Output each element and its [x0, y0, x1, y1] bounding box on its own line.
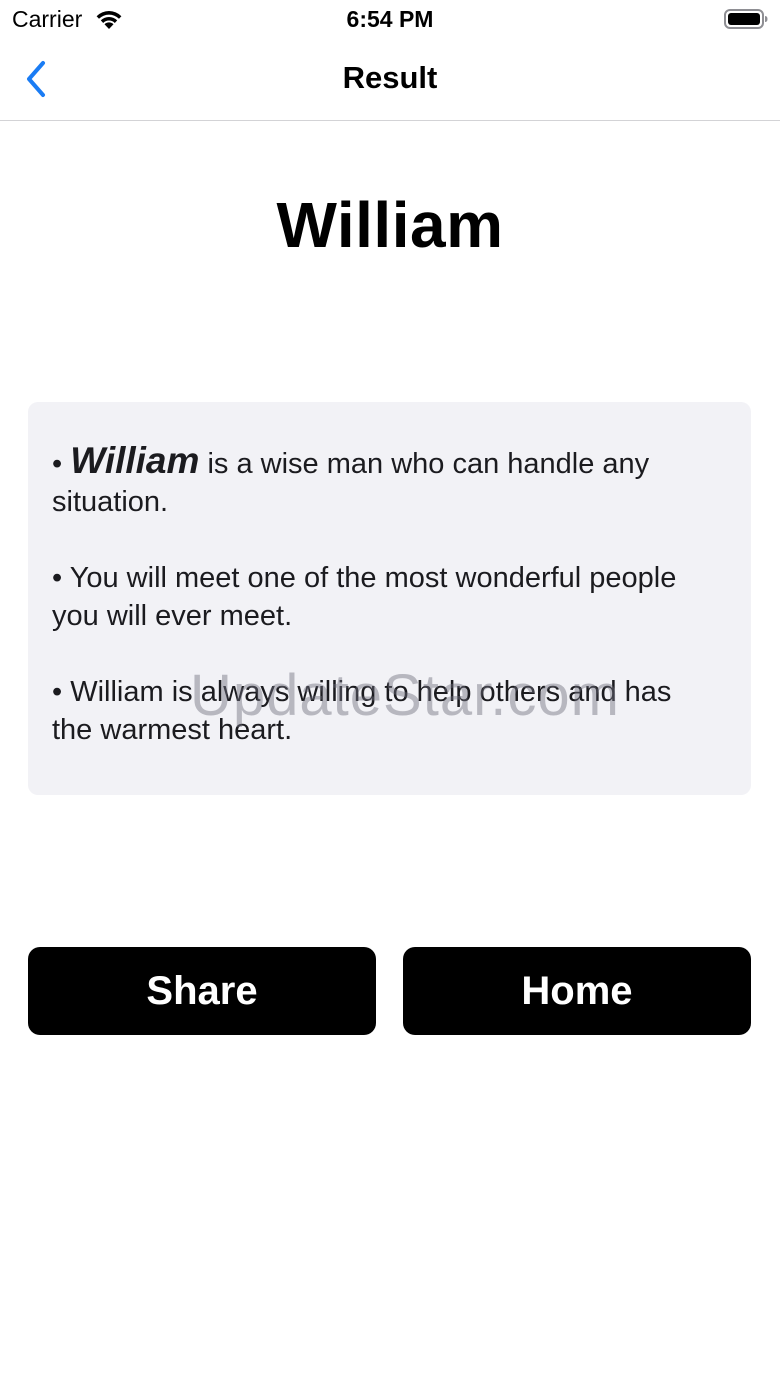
share-button-label: Share	[146, 968, 258, 1013]
bullet: •	[52, 562, 63, 594]
result-screen: Carrier 6:54 PM Result William • William…	[0, 0, 780, 1387]
emphasized-name: William	[70, 440, 200, 481]
home-button[interactable]: Home	[403, 947, 751, 1035]
status-bar: Carrier 6:54 PM	[0, 0, 780, 40]
result-name-heading: William	[276, 189, 504, 261]
bullet: •	[52, 676, 63, 708]
description-paragraph: • William is always willing to help othe…	[52, 673, 702, 749]
paragraph-text: William is always willing to help others…	[52, 676, 672, 746]
navigation-bar: Result	[0, 40, 780, 121]
nav-title: Result	[342, 60, 438, 95]
bullet: •	[52, 448, 63, 480]
description-paragraph: • You will meet one of the most wonderfu…	[52, 559, 702, 635]
paragraph-text: You will meet one of the most wonderful …	[52, 562, 677, 632]
description-paragraph: • William is a wise man who can handle a…	[52, 442, 702, 521]
status-time: 6:54 PM	[346, 6, 434, 32]
description-card: • William is a wise man who can handle a…	[28, 402, 751, 795]
home-button-label: Home	[521, 968, 633, 1013]
share-button[interactable]: Share	[28, 947, 376, 1035]
battery-icon	[724, 9, 768, 29]
